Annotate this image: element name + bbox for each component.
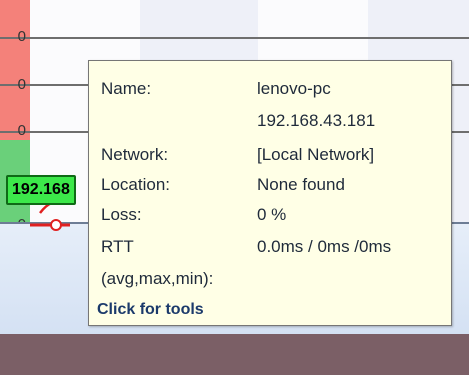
y-tick-label: 0 xyxy=(17,122,26,139)
y-tick-label: 0 xyxy=(17,28,26,45)
link-node-icon[interactable] xyxy=(50,219,62,231)
node-info-tooltip[interactable]: Name: lenovo-pc 192.168.43.181 Network: … xyxy=(88,60,452,326)
tooltip-value-network: [Local Network] xyxy=(257,145,375,164)
tooltip-value-name: lenovo-pc xyxy=(257,79,331,98)
gridline xyxy=(0,37,469,39)
tooltip-value-ip: 192.168.43.181 xyxy=(257,111,376,130)
click-for-tools-link[interactable]: Click for tools xyxy=(97,301,204,319)
bottom-strip xyxy=(0,334,469,375)
tooltip-label-rtt: RTT xyxy=(101,237,134,256)
tooltip-label-name: Name: xyxy=(101,79,152,98)
tooltip-label-network: Network: xyxy=(101,145,169,164)
tooltip-value-loss: 0 % xyxy=(257,205,287,224)
tooltip-label-loss: Loss: xyxy=(101,205,142,224)
tooltip-value-location: None found xyxy=(257,175,345,194)
y-tick-label: 0 xyxy=(17,76,26,93)
tooltip-value-rtt: 0.0ms / 0ms /0ms xyxy=(257,237,392,256)
node-ip-badge[interactable]: 192.168 xyxy=(6,175,76,205)
tooltip-label-rtt-legend: (avg,max,min): xyxy=(101,269,214,288)
tooltip-label-location: Location: xyxy=(101,175,170,194)
